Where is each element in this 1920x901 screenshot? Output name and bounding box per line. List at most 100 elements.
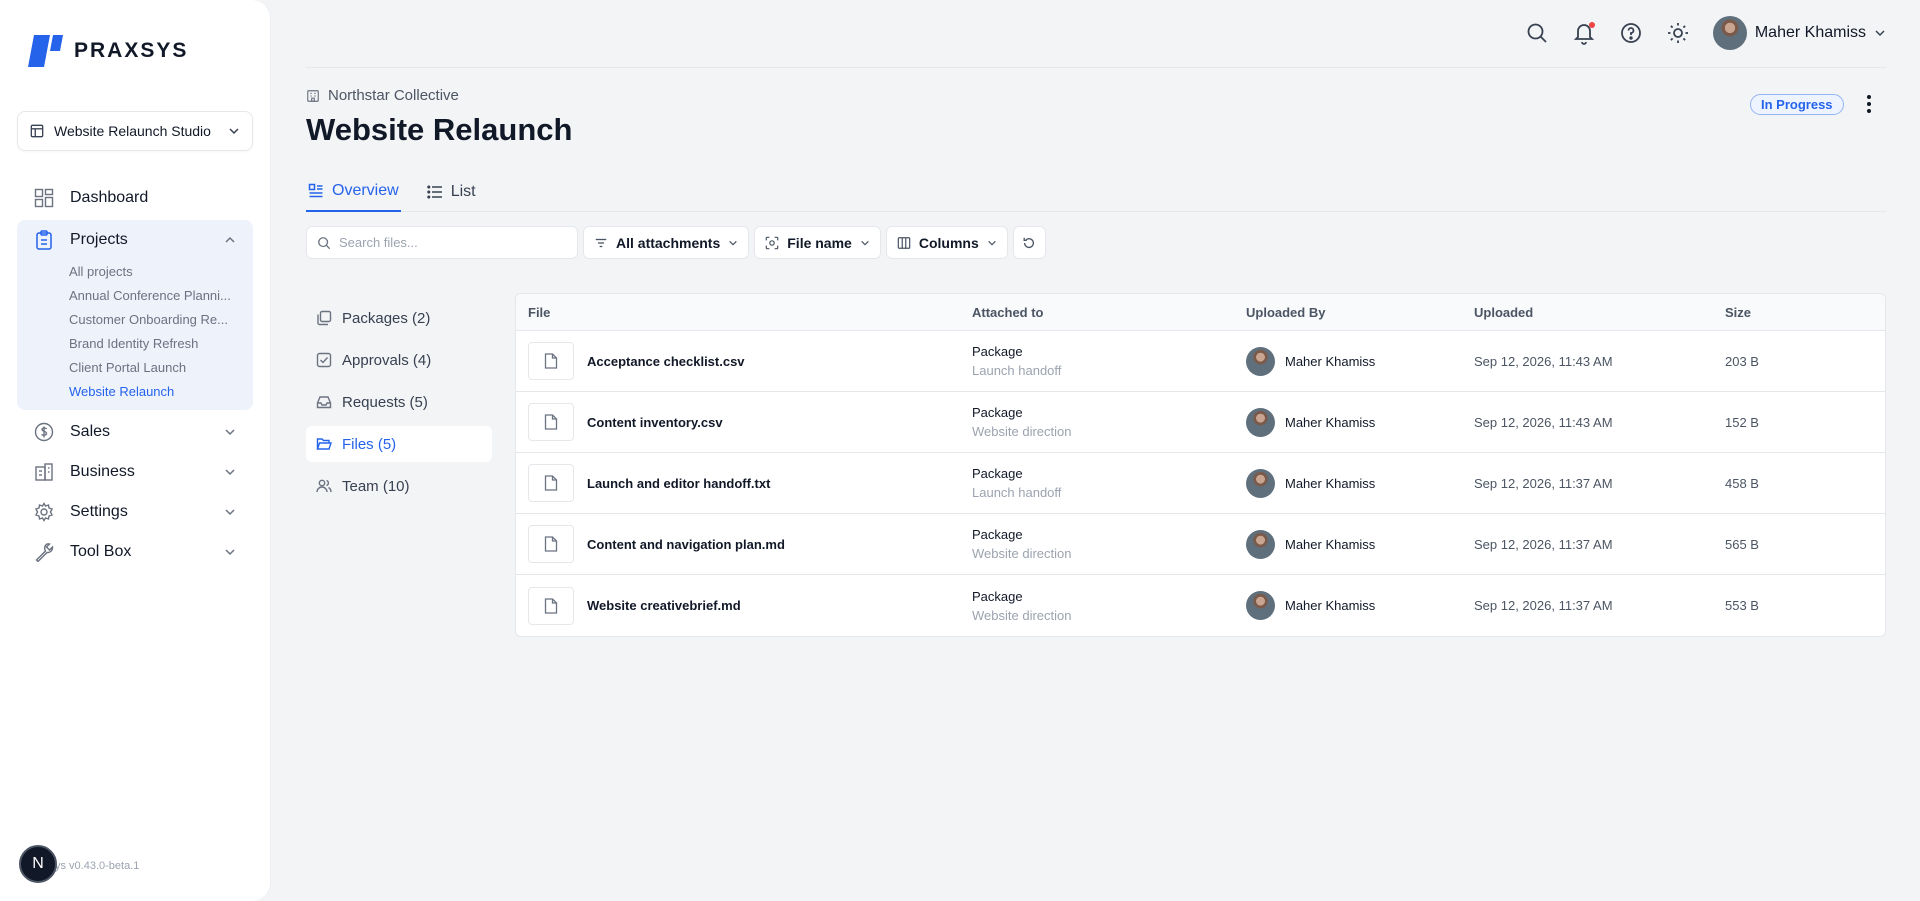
reset-filters-button[interactable] — [1012, 226, 1046, 259]
column-header-uploaded-by[interactable]: Uploaded By — [1246, 305, 1474, 320]
subnav-files-label: Files (5) — [342, 435, 397, 453]
table-row[interactable]: Content inventory.csv Package Website di… — [516, 392, 1885, 453]
packages-icon — [317, 310, 332, 326]
column-header-uploaded[interactable]: Uploaded — [1474, 305, 1725, 320]
file-size: 565 B — [1725, 536, 1759, 552]
project-item[interactable]: Brand Identity Refresh — [69, 332, 245, 356]
uploaded-date: Sep 12, 2026, 11:43 AM — [1474, 353, 1613, 369]
project-item-active[interactable]: Website Relaunch — [69, 380, 245, 404]
column-header-size[interactable]: Size — [1725, 305, 1885, 320]
file-name[interactable]: Content and navigation plan.md — [587, 537, 785, 552]
subnav-requests-label: Requests (5) — [342, 393, 428, 411]
file-icon — [528, 586, 574, 625]
search-icon — [318, 236, 331, 249]
user-name: Maher Khamiss — [1754, 24, 1866, 41]
table-row[interactable]: Acceptance checklist.csv Package Launch … — [516, 331, 1885, 392]
uploader-cell: Maher Khamiss — [1246, 529, 1474, 559]
subnav-files[interactable]: Files (5) — [306, 426, 492, 462]
project-item[interactable]: Annual Conference Planni... — [69, 284, 245, 308]
nav-dashboard-label: Dashboard — [70, 189, 149, 206]
subnav-packages[interactable]: Packages (2) — [306, 300, 492, 336]
tab-overview[interactable]: Overview — [306, 172, 401, 212]
folder-open-icon — [316, 438, 332, 450]
attached-name: Launch handoff — [972, 363, 1062, 378]
uploader-name: Maher Khamiss — [1285, 598, 1376, 613]
table-row[interactable]: Content and navigation plan.md Package W… — [516, 514, 1885, 575]
nav-projects[interactable]: Projects — [17, 220, 253, 260]
file-cell: Website creativebrief.md — [516, 586, 972, 625]
file-name[interactable]: Content inventory.csv — [587, 415, 723, 430]
attached-cell: Package Website direction — [972, 525, 1246, 563]
table-row[interactable]: Launch and editor handoff.txt Package La… — [516, 453, 1885, 514]
file-name[interactable]: Website creativebrief.md — [587, 598, 741, 613]
chevron-down-icon — [229, 128, 239, 135]
more-options-button[interactable] — [1862, 93, 1876, 115]
help-icon — [1620, 23, 1641, 43]
more-vertical-icon — [1867, 95, 1871, 113]
help-button[interactable] — [1619, 21, 1643, 45]
avatar — [1712, 16, 1747, 50]
subnav-team[interactable]: Team (10) — [306, 468, 492, 504]
nav-sales[interactable]: Sales — [17, 412, 253, 452]
search-icon — [1527, 23, 1547, 43]
filter-icon — [595, 238, 607, 247]
chevron-down-icon — [225, 429, 235, 436]
attached-cell: Package Website direction — [972, 587, 1246, 625]
chevron-down-icon — [861, 240, 869, 246]
uploader-cell: Maher Khamiss — [1246, 407, 1474, 437]
attached-cell: Package Launch handoff — [972, 464, 1246, 502]
file-icon — [528, 403, 574, 441]
dollar-icon — [34, 422, 54, 442]
project-item[interactable]: Customer Onboarding Re... — [69, 308, 245, 332]
subnav-requests[interactable]: Requests (5) — [306, 384, 492, 420]
workspace-selector[interactable]: Website Relaunch Studio — [17, 111, 253, 151]
nav-settings-label: Settings — [70, 503, 128, 520]
file-cell: Content inventory.csv — [516, 403, 972, 441]
uploader-cell: Maher Khamiss — [1246, 468, 1474, 498]
file-name[interactable]: Acceptance checklist.csv — [587, 354, 745, 369]
status-badge: In Progress — [1750, 94, 1844, 115]
columns-icon — [897, 236, 911, 249]
gear-icon — [35, 502, 53, 522]
nav-settings[interactable]: Settings — [17, 492, 253, 532]
projects-group: Projects All projects Annual Conference … — [17, 220, 253, 410]
page-title: Website Relaunch — [306, 112, 573, 147]
theme-toggle-button[interactable] — [1666, 21, 1690, 45]
dev-tools-badge[interactable]: N — [19, 845, 57, 883]
nav-business[interactable]: Business — [17, 452, 253, 492]
attached-type: Package — [972, 466, 1023, 481]
user-menu[interactable]: Maher Khamiss — [1712, 16, 1886, 50]
attachments-filter[interactable]: All attachments — [583, 226, 750, 259]
project-item[interactable]: Client Portal Launch — [69, 356, 245, 380]
column-header-attached-to[interactable]: Attached to — [972, 305, 1246, 320]
logo[interactable]: PRAXSYS — [26, 33, 188, 69]
nav-toolbox-label: Tool Box — [70, 543, 132, 560]
tab-list[interactable]: List — [425, 172, 478, 212]
project-item[interactable]: All projects — [69, 260, 245, 284]
avatar — [1246, 529, 1275, 559]
notifications-button[interactable] — [1572, 21, 1596, 45]
filename-filter[interactable]: File name — [754, 226, 881, 259]
search-input[interactable] — [339, 235, 559, 250]
column-header-file[interactable]: File — [516, 305, 972, 320]
file-cell: Acceptance checklist.csv — [516, 342, 972, 380]
workspace-label: Website Relaunch Studio — [54, 123, 211, 139]
search-button[interactable] — [1525, 21, 1549, 45]
uploaded-date: Sep 12, 2026, 11:37 AM — [1474, 598, 1613, 613]
table-header: File Attached to Uploaded By Uploaded Si… — [516, 294, 1885, 331]
subnav-approvals[interactable]: Approvals (4) — [306, 342, 492, 378]
columns-button[interactable]: Columns — [885, 226, 1008, 259]
attached-type: Package — [972, 527, 1023, 542]
chevron-down-icon — [225, 509, 235, 516]
table-row[interactable]: Website creativebrief.md Package Website… — [516, 575, 1885, 636]
file-name[interactable]: Launch and editor handoff.txt — [587, 476, 770, 491]
building-icon — [35, 463, 53, 481]
wrench-icon — [35, 543, 54, 562]
layout-icon — [30, 124, 44, 138]
avatar — [1246, 407, 1275, 437]
filename-filter-label: File name — [787, 234, 852, 251]
nav-dashboard[interactable]: Dashboard — [17, 178, 253, 218]
filter-bar: All attachments File name Columns — [306, 226, 1046, 259]
nav-toolbox[interactable]: Tool Box — [17, 532, 253, 572]
inbox-icon — [316, 396, 332, 409]
